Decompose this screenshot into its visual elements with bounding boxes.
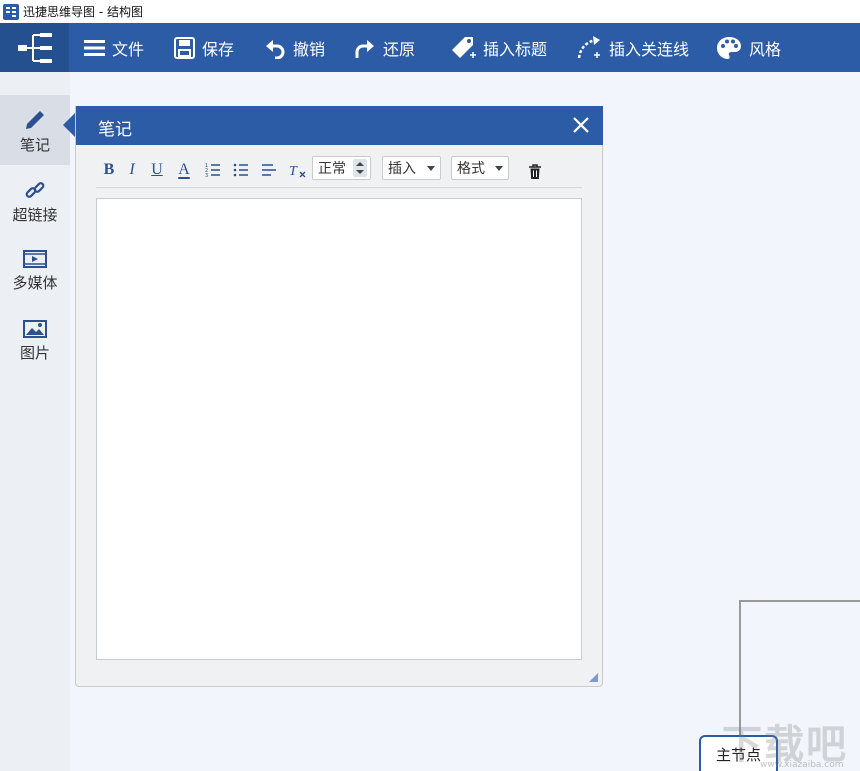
panel-item-note[interactable]: 笔记 <box>0 95 70 165</box>
italic-button[interactable]: I <box>125 160 139 180</box>
insert-title-label: 插入标题 <box>483 39 548 59</box>
panel-item-multimedia[interactable]: 多媒体 <box>0 235 70 305</box>
save-label: 保存 <box>202 39 235 59</box>
note-dialog: 笔记 B I U A 123 T 正常 插入 格式 <box>75 106 603 687</box>
video-icon <box>23 250 47 268</box>
title-bar: 迅捷思维导图 - 结构图 <box>0 0 860 23</box>
panel-item-hyperlink-label: 超链接 <box>12 206 58 224</box>
left-side-panel: 笔记 超链接 多媒体 图片 <box>0 72 70 771</box>
undo-button[interactable]: 撤销 <box>264 23 325 72</box>
clear-format-icon[interactable]: T <box>289 160 307 180</box>
redo-label: 还原 <box>383 39 416 59</box>
panel-item-hyperlink[interactable]: 超链接 <box>0 165 70 235</box>
insert-connector-label: 插入关连线 <box>609 39 690 59</box>
panel-item-note-label: 笔记 <box>19 136 50 154</box>
redo-icon <box>355 39 374 58</box>
link-line-icon <box>577 35 600 58</box>
map-connector-line <box>739 600 860 750</box>
note-editor[interactable] <box>96 198 582 660</box>
window-title: 迅捷思维导图 - 结构图 <box>23 5 143 19</box>
insert-select-value: 插入 <box>388 161 416 177</box>
format-select[interactable]: 格式 <box>451 156 509 180</box>
app-logo-icon <box>3 3 19 20</box>
file-menu-label: 文件 <box>112 39 145 59</box>
mindmap-logo-button[interactable] <box>0 23 69 72</box>
ordered-list-icon[interactable]: 123 <box>205 160 221 180</box>
undo-icon <box>266 39 285 59</box>
paragraph-style-value: 正常 <box>318 161 346 177</box>
style-button[interactable]: 风格 <box>716 23 781 72</box>
bullet-list-icon[interactable] <box>233 160 249 180</box>
panel-item-multimedia-label: 多媒体 <box>12 274 58 292</box>
panel-item-image-label: 图片 <box>19 344 50 362</box>
mindmap-structure-icon <box>17 32 52 63</box>
panel-item-image[interactable]: 图片 <box>0 305 70 375</box>
svg-text:3: 3 <box>205 173 208 179</box>
main-toolbar: 文件 保存 撤销 还原 插入标题 插入关连线 风格 <box>0 23 860 72</box>
format-select-value: 格式 <box>457 161 485 177</box>
file-menu-button[interactable]: 文件 <box>84 23 144 72</box>
note-format-toolbar: B I U A 123 T 正常 插入 格式 <box>96 154 582 188</box>
insert-select[interactable]: 插入 <box>382 156 441 180</box>
paragraph-style-select[interactable]: 正常 <box>312 156 371 180</box>
note-dialog-pointer <box>63 113 75 137</box>
image-icon <box>23 320 47 338</box>
resize-handle-icon[interactable] <box>589 673 598 682</box>
underline-button[interactable]: U <box>150 160 164 180</box>
main-node-label: 主节点 <box>715 745 761 764</box>
chevron-down-icon <box>427 166 435 171</box>
palette-icon <box>717 36 741 59</box>
bold-button[interactable]: B <box>102 160 116 180</box>
tag-icon <box>452 36 476 58</box>
style-label: 风格 <box>749 39 782 59</box>
chevron-down-icon <box>495 166 503 171</box>
save-button[interactable]: 保存 <box>174 23 234 72</box>
save-icon <box>174 36 195 59</box>
close-icon[interactable] <box>571 115 591 135</box>
trash-icon[interactable] <box>528 162 542 182</box>
insert-title-button[interactable]: 插入标题 <box>450 23 547 72</box>
svg-text:T: T <box>289 164 298 179</box>
main-node[interactable]: 主节点 <box>699 735 778 771</box>
stepper-icon <box>353 159 367 177</box>
redo-button[interactable]: 还原 <box>354 23 415 72</box>
insert-connector-button[interactable]: 插入关连线 <box>576 23 689 72</box>
pencil-icon <box>26 111 44 129</box>
undo-label: 撤销 <box>293 39 326 59</box>
link-icon <box>25 182 45 198</box>
menu-icon <box>84 39 105 56</box>
note-dialog-header: 笔记 <box>76 106 603 145</box>
note-dialog-title: 笔记 <box>98 120 132 140</box>
align-icon[interactable] <box>261 160 277 180</box>
font-color-button[interactable]: A <box>176 160 192 180</box>
